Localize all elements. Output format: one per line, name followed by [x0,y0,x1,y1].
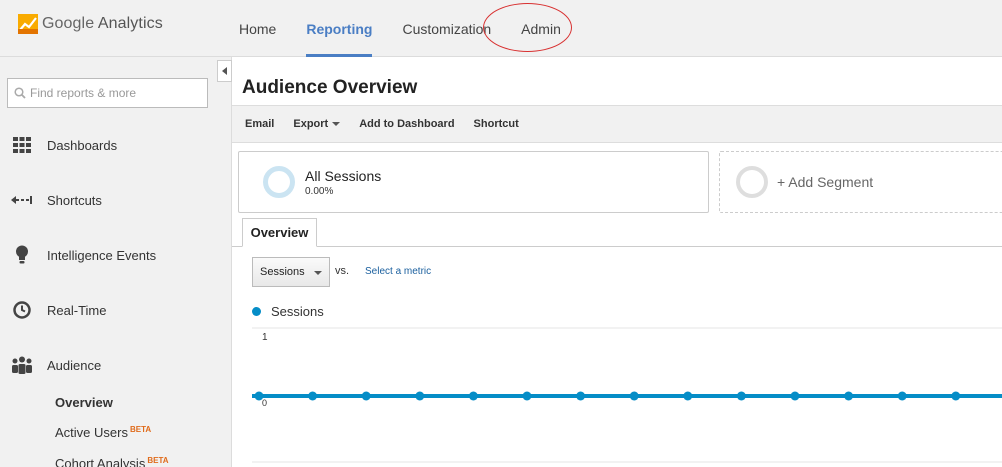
legend-label: Sessions [271,304,324,319]
shortcut-button[interactable]: Shortcut [474,118,519,130]
sidebar-item-shortcuts[interactable]: Shortcuts [0,185,216,215]
data-point [468,391,478,401]
data-point [415,391,425,401]
search-icon [14,87,26,99]
tab-divider [232,246,1002,247]
lightbulb-icon [11,244,33,266]
vs-label: vs. [335,265,350,277]
data-point [736,391,746,401]
select-metric-link[interactable]: Select a metric [365,266,431,277]
nav-customization[interactable]: Customization [387,0,506,57]
y-tick-label: 0 [262,398,267,408]
nav-reporting[interactable]: Reporting [291,0,387,57]
add-to-dashboard-button[interactable]: Add to Dashboard [359,118,454,130]
people-icon [11,354,33,376]
data-point [844,391,854,401]
report-toolbar: Email Export Add to Dashboard Shortcut [232,105,1002,143]
sidebar-item-label: Dashboards [47,137,118,153]
add-segment-button[interactable]: + Add Segment [719,151,1002,213]
beta-badge: BETA [147,456,169,465]
grid-icon [11,134,33,156]
segment-percentage: 0.00% [305,185,334,197]
legend-dot [252,307,261,316]
logo-text: Google Analytics [42,15,163,32]
sidebar-item-label: Real-Time [47,302,107,318]
sidebar-item-label: Shortcuts [47,192,102,208]
analytics-logo-icon [18,14,38,34]
sidebar-item-intelligence-events[interactable]: Intelligence Events [0,240,216,270]
data-point [897,391,907,401]
sidebar: Dashboards Shortcuts Intelligence Events [0,57,232,467]
clock-icon [11,299,33,321]
add-segment-label: + Add Segment [777,174,874,190]
sidebar-subitem-overview[interactable]: Overview [55,395,113,410]
data-point [790,391,800,401]
main-content: Audience Overview Email Export Add to Da… [232,57,1002,467]
segment-all-sessions[interactable]: All Sessions 0.00% [238,151,709,213]
beta-badge: BETA [129,425,152,434]
nav-admin[interactable]: Admin [506,0,576,57]
data-point [361,391,371,401]
data-point [522,391,532,401]
page-title: Audience Overview [242,77,418,98]
sidebar-item-label: Audience [47,357,102,373]
sidebar-item-audience[interactable]: Audience [0,350,216,380]
shortcut-arrow-icon [11,189,33,211]
data-point [629,391,639,401]
sidebar-subitem-cohort-analysis[interactable]: Cohort Analysis BETA [55,456,169,467]
report-search-box[interactable] [7,78,208,108]
caret-down-icon [314,271,322,275]
metric-select-value: Sessions [260,266,305,278]
nav-home[interactable]: Home [224,0,291,57]
search-input[interactable] [30,86,200,100]
main-nav: Home Reporting Customization Admin [224,0,576,57]
caret-down-icon [332,122,341,126]
collapse-sidebar-button[interactable] [217,60,232,82]
data-point [254,391,264,401]
email-button[interactable]: Email [245,118,274,130]
chart-legend: Sessions [252,304,324,319]
segment-ring-icon [736,166,768,198]
y-tick-label: 1 [262,332,268,343]
data-point [683,391,693,401]
metric-select[interactable]: Sessions [252,257,330,287]
top-bar: Google Analytics Home Reporting Customiz… [0,0,1002,57]
sidebar-item-dashboards[interactable]: Dashboards [0,130,216,160]
data-point [951,391,961,401]
tab-overview[interactable]: Overview [242,218,317,247]
sessions-line-chart: 10 [252,327,1002,463]
segment-ring-icon [263,166,295,198]
sidebar-item-label: Intelligence Events [47,247,157,263]
export-button[interactable]: Export [293,118,341,130]
sidebar-subitem-active-users[interactable]: Active Users BETA [55,425,151,440]
segment-name: All Sessions [305,167,382,184]
sidebar-item-real-time[interactable]: Real-Time [0,295,216,325]
google-analytics-logo[interactable]: Google Analytics [18,14,163,34]
data-point [576,391,586,401]
data-point [308,391,318,401]
